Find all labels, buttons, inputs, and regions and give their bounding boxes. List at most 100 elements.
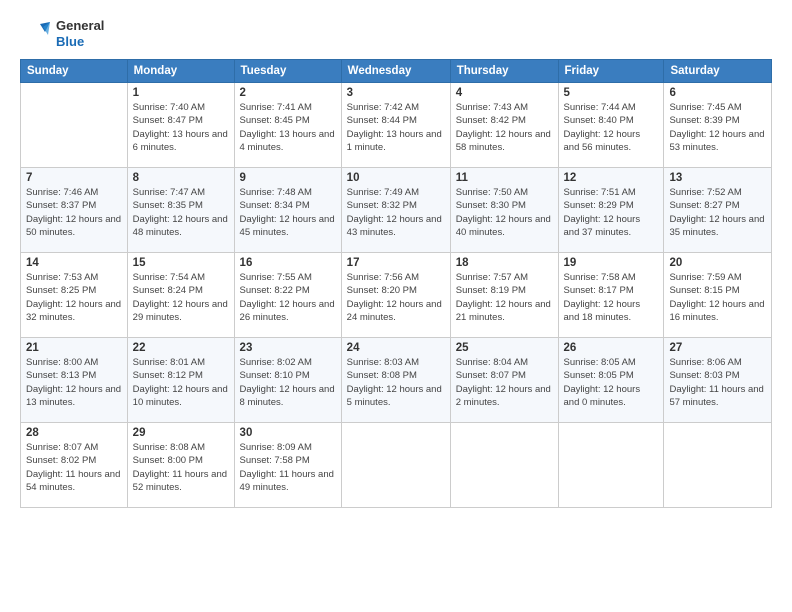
- calendar-cell: 24 Sunrise: 8:03 AMSunset: 8:08 PMDaylig…: [341, 338, 450, 423]
- day-number: 9: [240, 172, 336, 184]
- day-info: Sunrise: 7:49 AMSunset: 8:32 PMDaylight:…: [347, 186, 445, 239]
- day-number: 15: [133, 257, 229, 269]
- calendar-cell: 28 Sunrise: 8:07 AMSunset: 8:02 PMDaylig…: [21, 423, 128, 508]
- day-info: Sunrise: 7:58 AMSunset: 8:17 PMDaylight:…: [564, 271, 659, 324]
- calendar-week-row: 21 Sunrise: 8:00 AMSunset: 8:13 PMDaylig…: [21, 338, 772, 423]
- day-info: Sunrise: 8:02 AMSunset: 8:10 PMDaylight:…: [240, 356, 336, 409]
- day-info: Sunrise: 7:59 AMSunset: 8:15 PMDaylight:…: [669, 271, 766, 324]
- calendar-cell: 26 Sunrise: 8:05 AMSunset: 8:05 PMDaylig…: [558, 338, 664, 423]
- header: General Blue: [20, 18, 772, 49]
- day-info: Sunrise: 7:57 AMSunset: 8:19 PMDaylight:…: [456, 271, 553, 324]
- logo-line2: Blue: [56, 34, 104, 50]
- day-info: Sunrise: 7:55 AMSunset: 8:22 PMDaylight:…: [240, 271, 336, 324]
- day-number: 1: [133, 87, 229, 99]
- calendar-week-row: 14 Sunrise: 7:53 AMSunset: 8:25 PMDaylig…: [21, 253, 772, 338]
- day-number: 28: [26, 427, 122, 439]
- header-sunday: Sunday: [21, 60, 128, 83]
- day-number: 27: [669, 342, 766, 354]
- calendar-cell: 4 Sunrise: 7:43 AMSunset: 8:42 PMDayligh…: [450, 83, 558, 168]
- day-number: 23: [240, 342, 336, 354]
- logo-bird-icon: [20, 19, 50, 49]
- calendar-page: General Blue Sunday Monday Tuesday Wedne…: [0, 0, 792, 612]
- day-info: Sunrise: 7:48 AMSunset: 8:34 PMDaylight:…: [240, 186, 336, 239]
- logo-line1: General: [56, 18, 104, 34]
- day-info: Sunrise: 7:54 AMSunset: 8:24 PMDaylight:…: [133, 271, 229, 324]
- calendar-cell: 17 Sunrise: 7:56 AMSunset: 8:20 PMDaylig…: [341, 253, 450, 338]
- calendar-cell: 25 Sunrise: 8:04 AMSunset: 8:07 PMDaylig…: [450, 338, 558, 423]
- day-info: Sunrise: 7:42 AMSunset: 8:44 PMDaylight:…: [347, 101, 445, 154]
- header-wednesday: Wednesday: [341, 60, 450, 83]
- day-number: 10: [347, 172, 445, 184]
- day-info: Sunrise: 7:56 AMSunset: 8:20 PMDaylight:…: [347, 271, 445, 324]
- day-info: Sunrise: 7:45 AMSunset: 8:39 PMDaylight:…: [669, 101, 766, 154]
- calendar-table: Sunday Monday Tuesday Wednesday Thursday…: [20, 59, 772, 508]
- day-number: 20: [669, 257, 766, 269]
- day-info: Sunrise: 8:03 AMSunset: 8:08 PMDaylight:…: [347, 356, 445, 409]
- header-tuesday: Tuesday: [234, 60, 341, 83]
- day-number: 11: [456, 172, 553, 184]
- day-number: 2: [240, 87, 336, 99]
- day-number: 22: [133, 342, 229, 354]
- calendar-cell: 12 Sunrise: 7:51 AMSunset: 8:29 PMDaylig…: [558, 168, 664, 253]
- calendar-cell: 3 Sunrise: 7:42 AMSunset: 8:44 PMDayligh…: [341, 83, 450, 168]
- calendar-cell: 30 Sunrise: 8:09 AMSunset: 7:58 PMDaylig…: [234, 423, 341, 508]
- calendar-cell: 8 Sunrise: 7:47 AMSunset: 8:35 PMDayligh…: [127, 168, 234, 253]
- calendar-week-row: 28 Sunrise: 8:07 AMSunset: 8:02 PMDaylig…: [21, 423, 772, 508]
- calendar-cell: [664, 423, 772, 508]
- day-number: 24: [347, 342, 445, 354]
- calendar-cell: [21, 83, 128, 168]
- calendar-cell: 11 Sunrise: 7:50 AMSunset: 8:30 PMDaylig…: [450, 168, 558, 253]
- header-friday: Friday: [558, 60, 664, 83]
- weekday-header-row: Sunday Monday Tuesday Wednesday Thursday…: [21, 60, 772, 83]
- day-number: 7: [26, 172, 122, 184]
- calendar-cell: 5 Sunrise: 7:44 AMSunset: 8:40 PMDayligh…: [558, 83, 664, 168]
- logo: General Blue: [20, 18, 104, 49]
- calendar-cell: 16 Sunrise: 7:55 AMSunset: 8:22 PMDaylig…: [234, 253, 341, 338]
- day-info: Sunrise: 8:09 AMSunset: 7:58 PMDaylight:…: [240, 441, 336, 494]
- header-thursday: Thursday: [450, 60, 558, 83]
- calendar-cell: 9 Sunrise: 7:48 AMSunset: 8:34 PMDayligh…: [234, 168, 341, 253]
- calendar-cell: 1 Sunrise: 7:40 AMSunset: 8:47 PMDayligh…: [127, 83, 234, 168]
- calendar-cell: [341, 423, 450, 508]
- day-info: Sunrise: 7:41 AMSunset: 8:45 PMDaylight:…: [240, 101, 336, 154]
- day-info: Sunrise: 7:46 AMSunset: 8:37 PMDaylight:…: [26, 186, 122, 239]
- calendar-cell: 29 Sunrise: 8:08 AMSunset: 8:00 PMDaylig…: [127, 423, 234, 508]
- day-number: 21: [26, 342, 122, 354]
- day-info: Sunrise: 8:04 AMSunset: 8:07 PMDaylight:…: [456, 356, 553, 409]
- day-number: 4: [456, 87, 553, 99]
- calendar-cell: 21 Sunrise: 8:00 AMSunset: 8:13 PMDaylig…: [21, 338, 128, 423]
- day-number: 26: [564, 342, 659, 354]
- day-number: 29: [133, 427, 229, 439]
- day-info: Sunrise: 7:52 AMSunset: 8:27 PMDaylight:…: [669, 186, 766, 239]
- day-info: Sunrise: 8:01 AMSunset: 8:12 PMDaylight:…: [133, 356, 229, 409]
- day-number: 12: [564, 172, 659, 184]
- calendar-cell: 18 Sunrise: 7:57 AMSunset: 8:19 PMDaylig…: [450, 253, 558, 338]
- day-info: Sunrise: 7:47 AMSunset: 8:35 PMDaylight:…: [133, 186, 229, 239]
- calendar-cell: 14 Sunrise: 7:53 AMSunset: 8:25 PMDaylig…: [21, 253, 128, 338]
- day-number: 19: [564, 257, 659, 269]
- day-info: Sunrise: 8:00 AMSunset: 8:13 PMDaylight:…: [26, 356, 122, 409]
- day-info: Sunrise: 8:07 AMSunset: 8:02 PMDaylight:…: [26, 441, 122, 494]
- day-number: 17: [347, 257, 445, 269]
- calendar-cell: 2 Sunrise: 7:41 AMSunset: 8:45 PMDayligh…: [234, 83, 341, 168]
- day-number: 3: [347, 87, 445, 99]
- header-saturday: Saturday: [664, 60, 772, 83]
- calendar-cell: 20 Sunrise: 7:59 AMSunset: 8:15 PMDaylig…: [664, 253, 772, 338]
- day-number: 16: [240, 257, 336, 269]
- day-info: Sunrise: 8:05 AMSunset: 8:05 PMDaylight:…: [564, 356, 659, 409]
- logo-container: General Blue: [20, 18, 104, 49]
- calendar-cell: 6 Sunrise: 7:45 AMSunset: 8:39 PMDayligh…: [664, 83, 772, 168]
- day-info: Sunrise: 7:50 AMSunset: 8:30 PMDaylight:…: [456, 186, 553, 239]
- day-info: Sunrise: 8:08 AMSunset: 8:00 PMDaylight:…: [133, 441, 229, 494]
- header-monday: Monday: [127, 60, 234, 83]
- calendar-cell: 22 Sunrise: 8:01 AMSunset: 8:12 PMDaylig…: [127, 338, 234, 423]
- calendar-cell: 13 Sunrise: 7:52 AMSunset: 8:27 PMDaylig…: [664, 168, 772, 253]
- calendar-week-row: 7 Sunrise: 7:46 AMSunset: 8:37 PMDayligh…: [21, 168, 772, 253]
- day-info: Sunrise: 8:06 AMSunset: 8:03 PMDaylight:…: [669, 356, 766, 409]
- calendar-cell: [450, 423, 558, 508]
- calendar-week-row: 1 Sunrise: 7:40 AMSunset: 8:47 PMDayligh…: [21, 83, 772, 168]
- day-info: Sunrise: 7:51 AMSunset: 8:29 PMDaylight:…: [564, 186, 659, 239]
- day-info: Sunrise: 7:40 AMSunset: 8:47 PMDaylight:…: [133, 101, 229, 154]
- calendar-cell: 27 Sunrise: 8:06 AMSunset: 8:03 PMDaylig…: [664, 338, 772, 423]
- calendar-cell: 23 Sunrise: 8:02 AMSunset: 8:10 PMDaylig…: [234, 338, 341, 423]
